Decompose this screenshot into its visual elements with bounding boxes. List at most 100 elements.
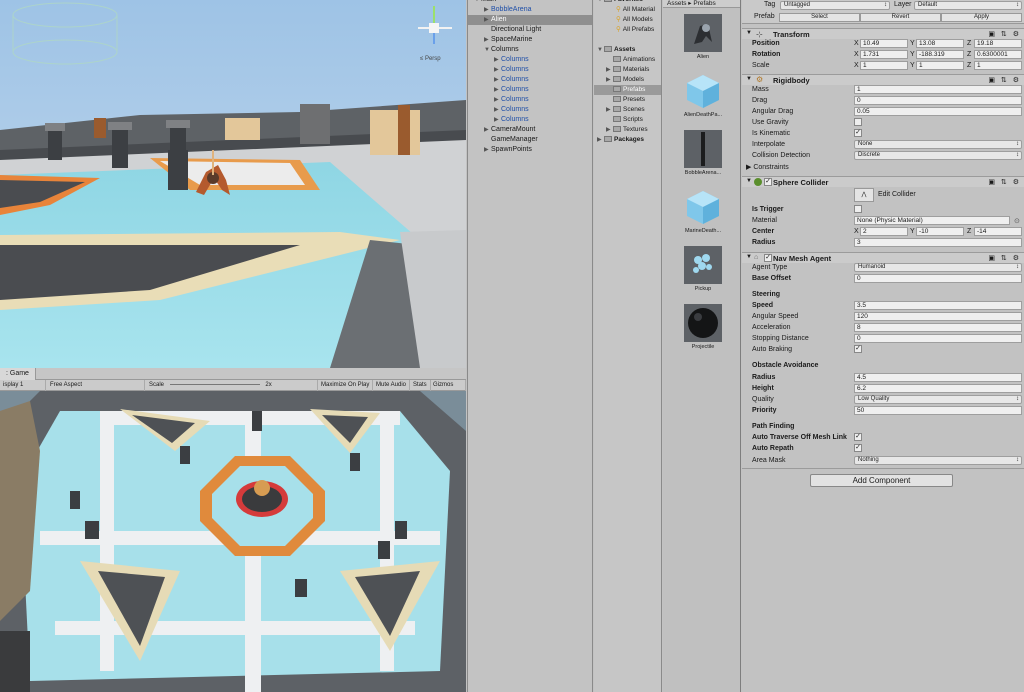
- nav-mesh-agent-enabled-checkbox[interactable]: ✓: [764, 254, 772, 262]
- object-picker-icon[interactable]: ⊙: [1014, 217, 1020, 225]
- area-mask-dropdown[interactable]: Nothing: [854, 456, 1022, 465]
- avoidance-radius-field[interactable]: 4.5: [854, 373, 1022, 382]
- scale-z-field[interactable]: 1: [974, 61, 1022, 70]
- expand-arrow-icon[interactable]: ▶: [606, 125, 613, 135]
- project-tree-item[interactable]: ▶ Textures: [606, 125, 648, 135]
- pickup-prefab-icon[interactable]: [684, 246, 722, 284]
- radius-field[interactable]: 3: [854, 238, 1022, 247]
- expand-arrow-icon[interactable]: ▶: [494, 65, 501, 75]
- maximize-on-play-button[interactable]: Maximize On Play: [318, 380, 374, 391]
- asset-item[interactable]: Projectile: [682, 304, 724, 350]
- interpolate-dropdown[interactable]: None: [854, 140, 1022, 149]
- collapse-arrow-icon[interactable]: ▼: [484, 45, 491, 55]
- center-z-field[interactable]: -14: [974, 227, 1022, 236]
- agent-type-dropdown[interactable]: Humanoid: [854, 263, 1022, 272]
- persp-label[interactable]: ≤ Persp: [420, 56, 441, 62]
- nav-mesh-agent-header[interactable]: ▼ ⌂ ✓ Nav Mesh Agent ▣ ⇅ ⚙: [742, 252, 1024, 263]
- use-gravity-checkbox[interactable]: [854, 118, 862, 126]
- expand-arrow-icon[interactable]: ▶: [494, 115, 501, 125]
- expand-arrow-icon[interactable]: ▶: [494, 55, 501, 65]
- collapse-arrow-icon[interactable]: ▼: [746, 254, 752, 260]
- collapse-arrow-icon[interactable]: ▼: [746, 76, 752, 82]
- auto-braking-checkbox[interactable]: ✓: [854, 345, 862, 353]
- asset-item[interactable]: Alien: [682, 14, 724, 60]
- hierarchy-item[interactable]: ▶ Columns: [494, 55, 529, 65]
- collision-detection-dropdown[interactable]: Discrete: [854, 151, 1022, 160]
- prefab-revert-button[interactable]: Revert: [860, 13, 941, 22]
- display-select[interactable]: isplay 1: [0, 380, 46, 391]
- angular-speed-field[interactable]: 120: [854, 312, 1022, 321]
- hierarchy-item[interactable]: ▶ SpawnPoints: [484, 145, 532, 155]
- gizmos-button[interactable]: Gizmos: [430, 380, 466, 391]
- project-tree-item[interactable]: ⚲ All Models: [616, 15, 653, 25]
- cube-prefab-icon[interactable]: [684, 188, 722, 226]
- priority-field[interactable]: 50: [854, 406, 1022, 415]
- expand-arrow-icon[interactable]: ▶: [606, 105, 613, 115]
- collapse-arrow-icon[interactable]: ▼: [597, 0, 604, 5]
- collapse-arrow-icon[interactable]: ▼: [474, 0, 481, 5]
- scale-slider[interactable]: Scale 2x: [146, 380, 318, 391]
- prefab-select-button[interactable]: Select: [779, 13, 860, 22]
- tag-dropdown[interactable]: Untagged: [780, 1, 890, 10]
- cube-prefab-icon[interactable]: [684, 72, 722, 110]
- project-assets-grid[interactable]: Assets ▸ Prefabs Alien AlienDeathPa... Bob…: [663, 0, 741, 692]
- material-field[interactable]: None (Physic Material): [854, 216, 1010, 225]
- sphere-prefab-icon[interactable]: [684, 304, 722, 342]
- expand-arrow-icon[interactable]: ▶: [484, 5, 491, 15]
- drag-field[interactable]: 0: [854, 96, 1022, 105]
- position-x-field[interactable]: 10.49: [860, 39, 908, 48]
- hierarchy-item[interactable]: Directional Light: [484, 25, 541, 35]
- scale-track[interactable]: [169, 383, 260, 385]
- position-z-field[interactable]: 19.18: [974, 39, 1022, 48]
- collapse-arrow-icon[interactable]: ▼: [746, 178, 752, 184]
- center-y-field[interactable]: -10: [916, 227, 964, 236]
- expand-arrow-icon[interactable]: ▶: [494, 75, 501, 85]
- scene-render[interactable]: ≤ Persp: [0, 0, 466, 368]
- hierarchy-item[interactable]: ▶ Columns: [494, 105, 529, 115]
- project-tree-item[interactable]: Presets: [606, 95, 645, 105]
- hierarchy-item[interactable]: ▶ BobbleArena: [484, 5, 531, 15]
- stopping-distance-field[interactable]: 0: [854, 334, 1022, 343]
- rigidbody-header[interactable]: ▼ ⚙ Rigidbody ▣ ⇅ ⚙: [742, 74, 1024, 85]
- hierarchy-panel[interactable]: ▼Main▶BobbleArena▶AlienDirectional Light…: [467, 0, 593, 692]
- hierarchy-item[interactable]: GameManager: [484, 135, 538, 145]
- is-kinematic-checkbox[interactable]: ✓: [854, 129, 862, 137]
- asset-item[interactable]: BobbleArena...: [682, 130, 724, 176]
- scene-view[interactable]: ≤ Persp: [0, 0, 466, 368]
- mute-audio-button[interactable]: Mute Audio: [373, 380, 411, 391]
- rotation-z-field[interactable]: 0.6300001: [974, 50, 1022, 59]
- expand-arrow-icon[interactable]: ▶: [494, 85, 501, 95]
- hierarchy-item[interactable]: ▶ Columns: [494, 95, 529, 105]
- sphere-collider-header[interactable]: ▼ ✓ Sphere Collider ▣ ⇅ ⚙: [742, 176, 1024, 187]
- hierarchy-item[interactable]: ▶ Alien: [468, 15, 592, 25]
- angular-drag-field[interactable]: 0.05: [854, 107, 1022, 116]
- project-tree-item[interactable]: ⚲ All Material: [616, 5, 655, 15]
- asset-item[interactable]: Pickup: [682, 246, 724, 292]
- add-component-button[interactable]: Add Component: [810, 474, 953, 487]
- asset-item[interactable]: AlienDeathPa...: [682, 72, 724, 118]
- rotation-y-field[interactable]: -188.319: [916, 50, 964, 59]
- quality-dropdown[interactable]: Low Quality: [854, 395, 1022, 404]
- position-y-field[interactable]: 13.08: [916, 39, 964, 48]
- stats-button[interactable]: Stats: [410, 380, 431, 391]
- expand-arrow-icon[interactable]: ▶: [484, 35, 491, 45]
- expand-arrow-icon[interactable]: ▶: [484, 125, 491, 135]
- height-field[interactable]: 6.2: [854, 384, 1022, 393]
- game-render[interactable]: [0, 391, 466, 692]
- collapse-arrow-icon[interactable]: ▼: [746, 30, 752, 36]
- project-tree-item[interactable]: Animations: [606, 55, 655, 65]
- project-tree-item[interactable]: ⚲ All Prefabs: [616, 25, 654, 35]
- component-settings-icon[interactable]: ▣ ⇅ ⚙: [988, 30, 1021, 38]
- is-trigger-checkbox[interactable]: [854, 205, 862, 213]
- hierarchy-item[interactable]: ▶ Columns: [494, 115, 529, 125]
- project-tree-item[interactable]: ▶ Models: [606, 75, 644, 85]
- alien-prefab-icon[interactable]: [684, 14, 722, 52]
- project-tree-item[interactable]: ▶ Scenes: [606, 105, 645, 115]
- project-tree-item[interactable]: ▼ Assets: [597, 45, 635, 55]
- asset-item[interactable]: MarineDeath...: [682, 188, 724, 234]
- project-tree-item[interactable]: Prefabs: [594, 85, 661, 95]
- game-view[interactable]: : Game isplay 1 Free Aspect Scale 2x Max…: [0, 368, 466, 692]
- project-folder-tree[interactable]: ▼Favorites⚲All Material⚲All Models⚲All P…: [594, 0, 662, 692]
- scale-y-field[interactable]: 1: [916, 61, 964, 70]
- hierarchy-item[interactable]: ▶ CameraMount: [484, 125, 535, 135]
